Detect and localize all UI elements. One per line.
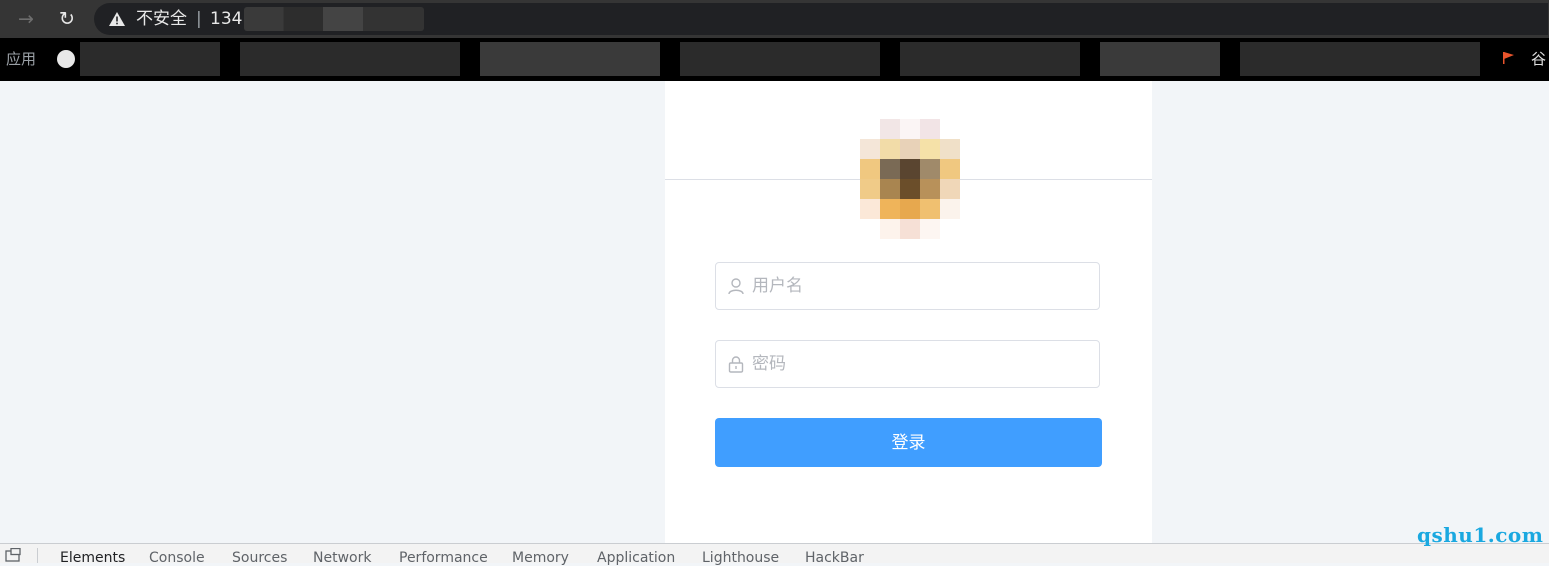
dock-icon[interactable] — [5, 548, 21, 562]
devtools-tab-lighthouse[interactable]: Lighthouse — [702, 550, 779, 566]
devtools-tab-console[interactable]: Console — [149, 550, 205, 566]
user-icon — [728, 278, 744, 295]
redacted-bookmark — [80, 42, 220, 76]
redacted-region — [244, 7, 424, 31]
devtools-separator — [37, 548, 38, 563]
forward-icon[interactable]: → — [12, 5, 40, 33]
devtools-tab-performance[interactable]: Performance — [399, 550, 488, 566]
watermark: qshu1.com — [1417, 523, 1544, 547]
devtools-tab-application[interactable]: Application — [597, 550, 675, 566]
devtools-tab-network[interactable]: Network — [313, 550, 371, 566]
url-separator: | — [196, 9, 202, 29]
login-button[interactable]: 登录 — [715, 418, 1102, 467]
reload-icon[interactable]: ↻ — [53, 5, 81, 33]
security-label[interactable]: 不安全 — [136, 3, 187, 35]
password-field[interactable] — [715, 340, 1100, 388]
redacted-bookmark — [480, 42, 660, 76]
username-field[interactable] — [715, 262, 1100, 310]
bookmark-item-last[interactable]: 谷 — [1531, 38, 1546, 81]
username-input[interactable] — [752, 263, 1092, 309]
redacted-bookmark — [1240, 42, 1480, 76]
warning-icon — [109, 12, 125, 26]
redacted-bookmark — [680, 42, 880, 76]
devtools-tab-memory[interactable]: Memory — [512, 550, 569, 566]
devtools-tab-sources[interactable]: Sources — [232, 550, 287, 566]
redacted-bookmark — [900, 42, 1080, 76]
redacted-bookmark — [240, 42, 460, 76]
bookmark-apps[interactable]: 应用 — [6, 38, 36, 81]
devtools-tab-elements[interactable]: Elements — [60, 550, 125, 566]
address-bar[interactable]: 不安全 | 134. — [94, 3, 1548, 35]
flag-icon[interactable] — [1502, 51, 1516, 65]
login-card: 登录 — [665, 81, 1152, 543]
devtools-tab-hackbar[interactable]: HackBar — [805, 550, 864, 566]
globe-icon[interactable] — [57, 50, 75, 68]
password-input[interactable] — [752, 341, 1092, 387]
logo — [860, 119, 960, 239]
lock-icon — [728, 356, 744, 373]
bookmarks-bar: 应用 谷 — [0, 38, 1549, 81]
browser-toolbar: → ↻ 不安全 | 134. — [0, 0, 1549, 38]
url-text[interactable]: 134. — [210, 3, 248, 35]
devtools-tabbar: Elements Console Sources Network Perform… — [0, 543, 1549, 566]
redacted-bookmark — [1100, 42, 1220, 76]
